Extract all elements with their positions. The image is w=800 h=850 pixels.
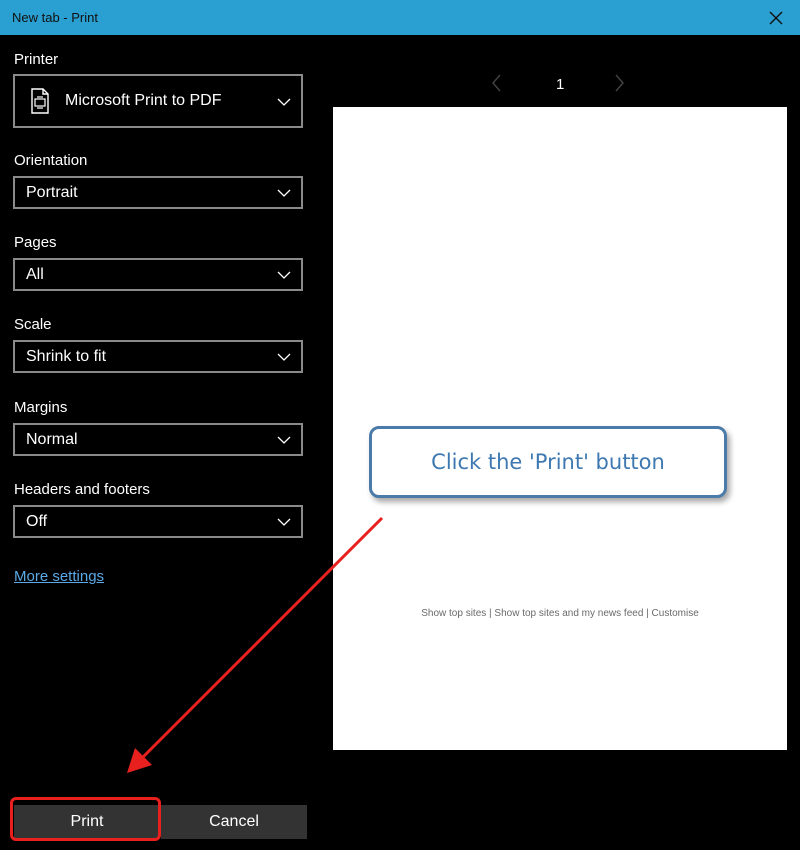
pages-select[interactable]: All (13, 258, 303, 291)
close-icon (769, 11, 783, 24)
orientation-label: Orientation (14, 152, 88, 169)
title-bar: New tab - Print (0, 0, 800, 35)
printer-value: Microsoft Print to PDF (65, 92, 222, 109)
chevron-down-icon (277, 518, 291, 526)
printer-label: Printer (14, 51, 59, 68)
scale-label: Scale (14, 316, 52, 333)
chevron-down-icon (277, 98, 291, 106)
headers-footers-label: Headers and footers (14, 481, 150, 498)
printer-pdf-icon (29, 88, 51, 119)
chevron-down-icon (277, 189, 291, 197)
orientation-select[interactable]: Portrait (13, 176, 303, 209)
previous-page-button[interactable] (492, 74, 502, 97)
scale-select[interactable]: Shrink to fit (13, 340, 303, 373)
scale-value: Shrink to fit (26, 348, 107, 365)
chevron-down-icon (277, 436, 291, 444)
more-settings-link[interactable]: More settings (14, 568, 104, 585)
margins-select[interactable]: Normal (13, 423, 303, 456)
chevron-left-icon (492, 74, 501, 92)
print-button-highlight (10, 797, 161, 841)
cancel-button[interactable]: Cancel (161, 805, 307, 839)
chevron-down-icon (277, 271, 291, 279)
margins-value: Normal (26, 431, 78, 448)
orientation-value: Portrait (26, 184, 78, 201)
chevron-down-icon (277, 353, 291, 361)
instruction-callout: Click the 'Print' button (369, 426, 727, 498)
page-number: 1 (556, 76, 565, 93)
margins-label: Margins (14, 399, 68, 416)
window-title: New tab - Print (12, 10, 98, 25)
close-button[interactable] (752, 0, 800, 35)
headers-footers-select[interactable]: Off (13, 505, 303, 538)
chevron-right-icon (615, 74, 624, 92)
next-page-button[interactable] (614, 74, 624, 97)
printer-select[interactable]: Microsoft Print to PDF (13, 74, 303, 128)
headers-footers-value: Off (26, 513, 48, 530)
preview-footer-text: Show top sites | Show top sites and my n… (421, 608, 699, 619)
pages-value: All (26, 266, 44, 283)
pages-label: Pages (14, 234, 57, 251)
